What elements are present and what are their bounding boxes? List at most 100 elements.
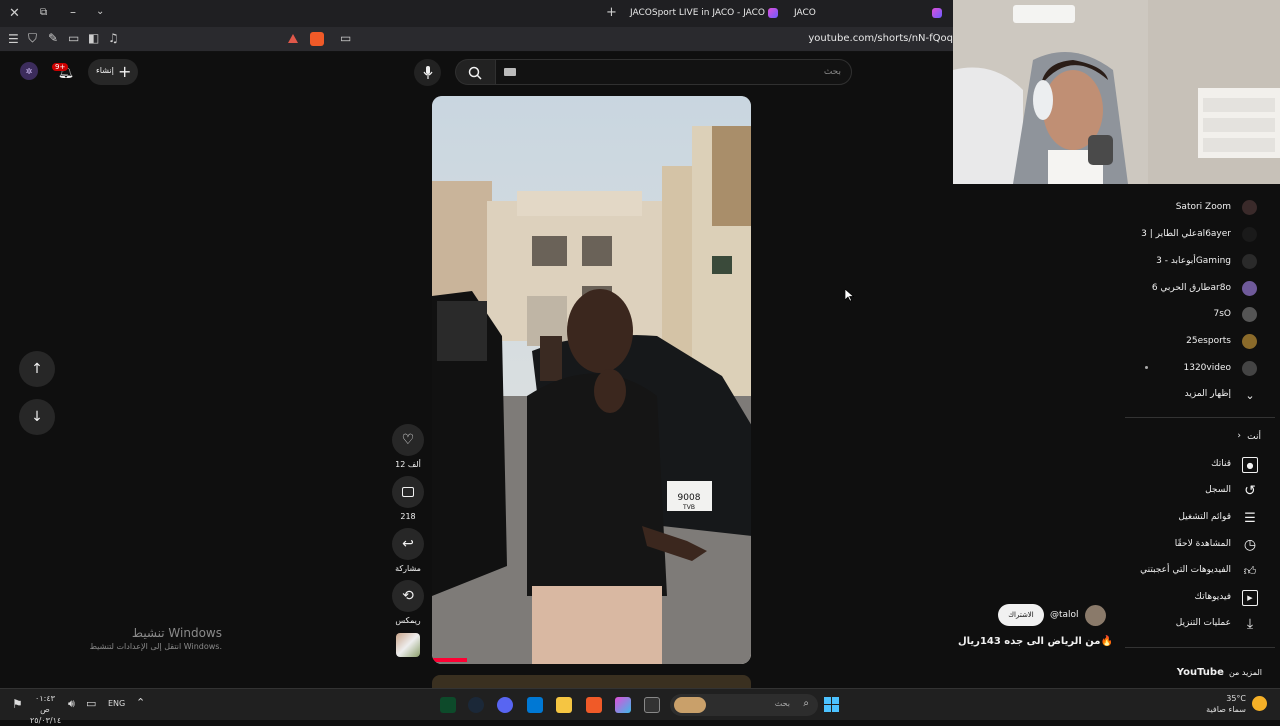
tabs-icon[interactable]: ▭ [68, 32, 79, 44]
you-header-label: أنت [1247, 432, 1261, 442]
brave-rewards-icon[interactable] [288, 34, 298, 43]
file-explorer-icon[interactable] [556, 697, 572, 713]
steam-icon[interactable] [468, 697, 484, 713]
playlists-icon: ☰ [1244, 510, 1256, 526]
reader-mode-icon[interactable]: ▭ [340, 32, 351, 44]
share-icon: ↩ [402, 536, 414, 552]
comments-button[interactable] [392, 476, 424, 508]
start-button[interactable] [824, 697, 839, 712]
channel-avatar[interactable] [1085, 605, 1106, 626]
like-count: 12 ألف [395, 460, 421, 469]
subscribe-button[interactable]: الاشتراك [998, 604, 1044, 626]
next-short-preview[interactable] [432, 675, 751, 688]
search-input[interactable]: بحث [495, 59, 852, 85]
sidebar-item-subscription[interactable]: طارق الحربي 6ar8o [1125, 279, 1275, 299]
sun-icon [1252, 696, 1267, 711]
show-more-button[interactable]: إظهار المزيد ⌄ [1125, 385, 1275, 405]
more-from-label: المزيد من [1228, 668, 1262, 677]
thumbs-up-icon: 👍︎ [1243, 563, 1257, 578]
share-button[interactable]: ↩ [392, 528, 424, 560]
avatar[interactable]: ✲ [20, 62, 38, 80]
remix-button[interactable]: ⟲ [392, 580, 424, 612]
channel-avatar [1242, 307, 1257, 322]
browser-toolbar: ☰ ⛉ ✎ ▭ ◧ ♫ ▭ youtube.com/shorts/nN-fQoq [0, 27, 953, 52]
sidebar-item-downloads[interactable]: عمليات التنزيل ⤓ [1125, 614, 1275, 634]
brave-browser-icon[interactable] [586, 697, 602, 713]
sidebar-item-playlists[interactable]: قوائم التشغيل ☰ [1125, 508, 1275, 528]
terminal-icon[interactable] [644, 697, 660, 713]
sidebar-item-liked-videos[interactable]: الفيديوهات التي أعجبتني 👍︎ [1125, 561, 1275, 581]
license-plate-letters: TVB [682, 504, 695, 511]
sidebar-item-label: فيديوهاتك [1194, 592, 1231, 602]
network-icon[interactable]: ⚑ [12, 697, 23, 711]
short-title[interactable]: من الرياض الى جده 143ريال🔥 [958, 636, 1113, 647]
streamer-webcam [953, 0, 1280, 184]
address-bar[interactable]: youtube.com/shorts/nN-fQoq [808, 33, 953, 44]
twitch-tab-icon [768, 8, 778, 18]
brave-shields-icon[interactable] [310, 32, 324, 46]
tab-jacosport[interactable]: JACOSport LIVE in JACO - JACO [630, 8, 765, 18]
music-icon[interactable]: ♫ [108, 32, 119, 44]
subscription-label: 7sO [1213, 309, 1232, 319]
restore-window-icon[interactable]: ⧉ [40, 8, 47, 18]
previous-short-button[interactable]: ↑ [19, 351, 55, 387]
subscription-label: Satori Zoom [1175, 202, 1231, 212]
sidebar-item-your-channel[interactable]: قناتك ● [1125, 455, 1275, 475]
sidebar-item-label: الفيديوهات التي أعجبتني [1140, 565, 1231, 575]
history-icon: ↺ [1244, 483, 1256, 499]
person-icon: ● [1242, 457, 1258, 473]
sidebar-divider [1125, 647, 1275, 648]
close-window-icon[interactable]: ✕ [9, 7, 20, 20]
extensions-icon[interactable]: ✎ [48, 32, 58, 44]
menu-icon[interactable]: ☰ [8, 33, 19, 45]
search-icon [468, 66, 482, 80]
clock[interactable]: ٠١:٤٣ ص ٢٥/٠٣/١٤ [30, 693, 61, 726]
sidebar-icon[interactable]: ◧ [88, 32, 99, 44]
channel-avatar [1242, 281, 1257, 296]
nvidia-app-icon[interactable] [440, 697, 456, 713]
you-section-header[interactable]: أنت › [1125, 428, 1275, 448]
voice-search-button[interactable] [414, 59, 441, 86]
minimize-window-icon[interactable]: – [70, 6, 76, 18]
webcam-frame [953, 0, 1280, 184]
channel-handle[interactable]: @talol [1050, 610, 1079, 620]
search-button[interactable] [455, 59, 495, 85]
sidebar-item-your-videos[interactable]: فيديوهاتك ▶ [1125, 588, 1275, 608]
tab-jaco[interactable]: JACO [794, 8, 816, 18]
next-short-button[interactable]: ↓ [19, 399, 55, 435]
subscription-label: 25esports [1186, 336, 1231, 346]
sidebar-item-history[interactable]: السجل ↺ [1125, 481, 1275, 501]
create-button[interactable]: + إنشاء [88, 59, 138, 85]
shield-icon[interactable]: ⛉ [28, 32, 37, 44]
store-icon[interactable] [527, 697, 543, 713]
chevron-up-icon[interactable]: ⌃ [136, 696, 145, 709]
sound-thumbnail[interactable] [396, 633, 420, 657]
short-video-player[interactable]: 9008 TVB [432, 96, 751, 664]
like-button[interactable]: ♡ [392, 424, 424, 456]
keyboard-icon[interactable] [504, 68, 516, 76]
play-icon: ▶ [1242, 590, 1258, 606]
windows-activation-watermark: تنشيط Windows انتقل إلى الإعدادات لتنشيط… [60, 626, 222, 651]
browser-tab-bar: ✕ ⧉ – ⌄ + JACOSport LIVE in JACO - JACO … [0, 0, 953, 27]
taskbar-search-input[interactable]: بحث ⌕ [670, 694, 818, 716]
app-icon[interactable] [615, 697, 631, 713]
weather-widget[interactable]: 35°C سماء صافية [1204, 693, 1246, 715]
sidebar-item-subscription[interactable]: 1320video [1125, 359, 1275, 379]
tab-list-chevron-icon[interactable]: ⌄ [96, 7, 104, 17]
volume-icon[interactable]: 🔊︎ [68, 697, 75, 711]
sidebar-item-subscription[interactable]: 25esports [1125, 332, 1275, 352]
subscription-label: أبوعابد - 3Gaming [1156, 256, 1231, 266]
language-indicator[interactable]: ENG [108, 699, 125, 708]
sidebar-item-label: عمليات التنزيل [1175, 618, 1231, 628]
sidebar-item-label: قناتك [1211, 459, 1231, 469]
discord-icon[interactable] [497, 697, 513, 713]
sidebar-item-subscription[interactable]: أبوعابد - 3Gaming [1125, 252, 1275, 272]
youtube-label: YouTube [1176, 667, 1224, 678]
sidebar-item-subscription[interactable]: علي الطاير | 3al6ayer [1125, 225, 1275, 245]
display-icon[interactable]: ▭ [86, 697, 96, 710]
remix-icon: ⟲ [402, 588, 414, 604]
sidebar-item-watch-later[interactable]: المشاهدة لاحقًا ◷ [1125, 535, 1275, 555]
new-tab-button[interactable]: + [606, 6, 617, 19]
sidebar-item-subscription[interactable]: Satori Zoom [1125, 198, 1275, 218]
sidebar-item-subscription[interactable]: 7sO [1125, 305, 1275, 325]
